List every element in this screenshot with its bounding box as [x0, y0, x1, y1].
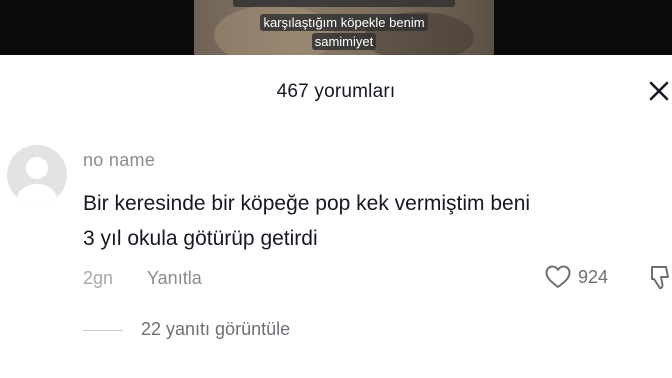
video-caption-line: karşılaştığım köpekle benim [194, 14, 494, 31]
comment-text: Bir keresinde bir köpeğe pop kek vermişt… [83, 186, 672, 256]
comment-text-line: 3 yıl okula götürüp getirdi [83, 227, 318, 250]
close-icon[interactable] [648, 80, 670, 102]
caption-cropped-line [194, 0, 494, 7]
comments-count-title: 467 yorumları [276, 81, 396, 102]
heart-icon[interactable] [545, 265, 571, 289]
avatar[interactable] [7, 145, 67, 205]
comment-text-line: Bir keresinde bir köpeğe pop kek vermişt… [83, 192, 531, 215]
video-caption-line: samimiyet [194, 33, 494, 50]
like-count: 924 [578, 267, 609, 287]
reply-button[interactable]: Yanıtla [147, 268, 202, 289]
comment-username[interactable]: no name [83, 150, 155, 171]
view-replies-label[interactable]: 22 yanıtı görüntüle [141, 319, 290, 340]
comments-header: 467 yorumları [0, 55, 672, 125]
comment-timestamp: 2gn [83, 268, 114, 288]
avatar-placeholder-icon [17, 157, 57, 205]
comment-item: no name Bir keresinde bir köpeğe pop kek… [0, 140, 672, 360]
video-frame[interactable]: karşılaştığım köpekle benim samimiyet [194, 0, 494, 55]
video-preview[interactable]: karşılaştığım köpekle benim samimiyet [0, 0, 672, 55]
thumbs-down-icon[interactable] [646, 264, 672, 292]
replies-divider-line [83, 330, 123, 331]
